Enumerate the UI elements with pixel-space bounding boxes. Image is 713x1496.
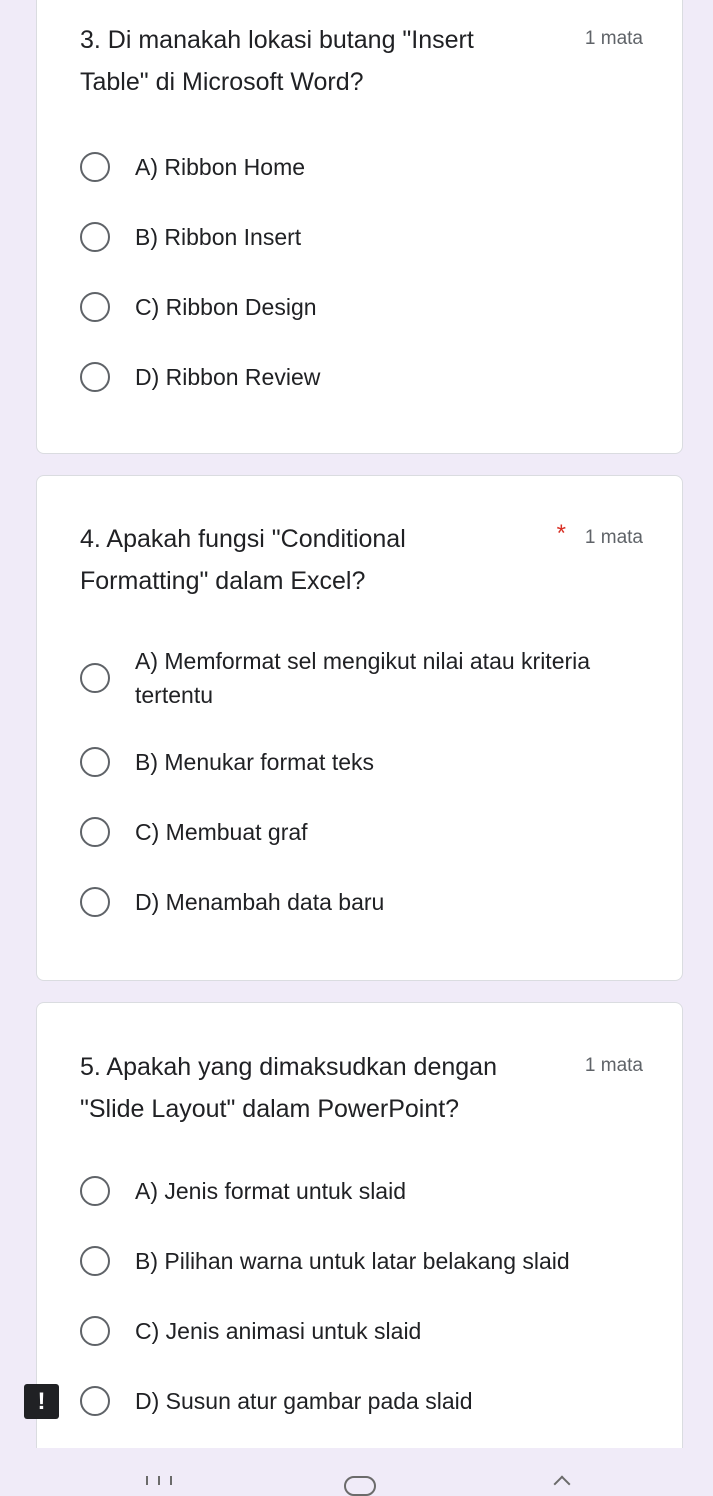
option-b[interactable]: B) Ribbon Insert (80, 220, 660, 254)
option-label: D) Menambah data baru (135, 889, 385, 915)
option-c[interactable]: C) Membuat graf (80, 815, 660, 849)
question-points: 1 mata (584, 527, 643, 548)
question-points: 1 mata (584, 1055, 643, 1076)
radio-button[interactable] (80, 292, 110, 322)
option-label: B) Ribbon Insert (135, 224, 302, 250)
radio-button[interactable] (80, 663, 110, 693)
option-label: A) Ribbon Home (135, 154, 306, 180)
radio-button[interactable] (80, 1246, 110, 1276)
question-title: 5. Apakah yang dimaksudkan dengan "Slide… (80, 1053, 497, 1123)
option-d[interactable]: D) Ribbon Review (80, 360, 660, 394)
option-label: C) Jenis animasi untuk slaid (135, 1318, 422, 1344)
option-a[interactable]: A) Ribbon Home (80, 150, 660, 184)
radio-button[interactable] (80, 152, 110, 182)
radio-button[interactable] (80, 362, 110, 392)
question-title: 3. Di manakah lokasi butang "Insert Tabl… (80, 26, 474, 96)
option-label: A) Memformat sel mengikut nilai atau kri… (135, 648, 591, 708)
option-a[interactable]: A) Jenis format untuk slaid (80, 1174, 660, 1208)
radio-button[interactable] (80, 747, 110, 777)
question-card-4: 4. Apakah fungsi "Conditional Formatting… (36, 475, 683, 981)
radio-button[interactable] (80, 887, 110, 917)
home-icon[interactable] (344, 1476, 376, 1496)
option-label: A) Jenis format untuk slaid (135, 1178, 407, 1204)
radio-button[interactable] (80, 1176, 110, 1206)
radio-button[interactable] (80, 222, 110, 252)
alert-icon[interactable]: ! (24, 1384, 59, 1419)
recent-apps-icon[interactable] (146, 1476, 172, 1485)
back-icon[interactable] (553, 1475, 571, 1493)
radio-button[interactable] (80, 817, 110, 847)
option-c[interactable]: C) Jenis animasi untuk slaid (80, 1314, 660, 1348)
option-label: D) Susun atur gambar pada slaid (135, 1388, 473, 1414)
system-navigation-bar (0, 1448, 713, 1496)
radio-button[interactable] (80, 1316, 110, 1346)
option-label: D) Ribbon Review (135, 364, 321, 390)
required-star: * (556, 520, 566, 547)
option-b[interactable]: B) Pilihan warna untuk latar belakang sl… (80, 1244, 660, 1278)
option-a[interactable]: A) Memformat sel mengikut nilai atau kri… (80, 644, 660, 712)
option-d[interactable]: D) Menambah data baru (80, 885, 660, 919)
option-c[interactable]: C) Ribbon Design (80, 290, 660, 324)
option-label: C) Ribbon Design (135, 294, 317, 320)
option-b[interactable]: B) Menukar format teks (80, 745, 660, 779)
option-d[interactable]: D) Susun atur gambar pada slaid (80, 1384, 660, 1418)
option-label: B) Pilihan warna untuk latar belakang sl… (135, 1248, 570, 1274)
option-label: C) Membuat graf (135, 819, 308, 845)
question-points: 1 mata (584, 28, 643, 49)
radio-button[interactable] (80, 1386, 110, 1416)
question-card-5: 5. Apakah yang dimaksudkan dengan "Slide… (36, 1002, 683, 1472)
question-card-3: 3. Di manakah lokasi butang "Insert Tabl… (36, 0, 683, 454)
option-label: B) Menukar format teks (135, 749, 375, 775)
question-title: 4. Apakah fungsi "Conditional Formatting… (80, 525, 406, 595)
